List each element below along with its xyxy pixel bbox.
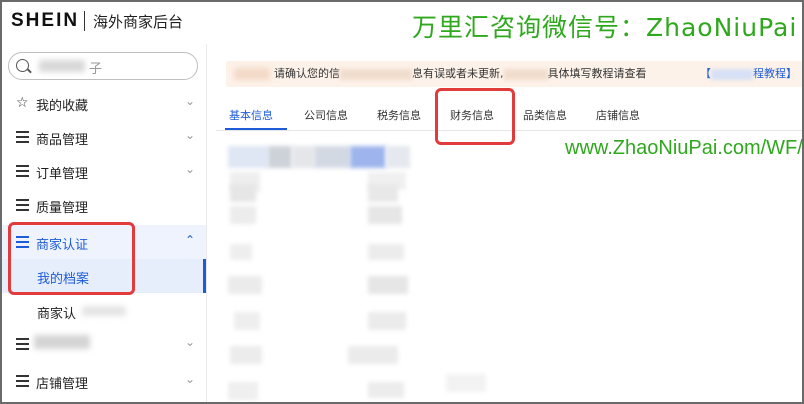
sidebar-item-products[interactable]: 商品管理 ⌄: [0, 120, 206, 154]
sidebar-item-quality[interactable]: 质量管理: [0, 188, 206, 222]
blurred-text: [82, 306, 126, 316]
search-input[interactable]: 子: [8, 52, 198, 80]
sidebar-item-label: 商品管理: [36, 133, 89, 148]
menu-icon: [16, 165, 29, 177]
search-icon: [16, 59, 29, 72]
sidebar-item-label: 质量管理: [36, 201, 89, 216]
chevron-down-icon: ⌄: [185, 94, 196, 108]
blurred-text: [34, 335, 90, 349]
sidebar-item-orders[interactable]: 订单管理 ⌄: [0, 154, 206, 188]
sidebar-subitem-label: 商家认: [37, 307, 77, 322]
top-header: SHEIN 海外商家后台 万里汇咨询微信号：ZhaoNiuPai: [0, 0, 804, 44]
shein-logo[interactable]: SHEIN: [11, 10, 79, 32]
sidebar-item-hidden[interactable]: ⌄: [0, 327, 206, 361]
chevron-down-icon: ⌄: [185, 128, 196, 142]
tab-company-info[interactable]: 公司信息: [304, 107, 348, 123]
tutorial-link[interactable]: 【程教程】: [700, 65, 797, 81]
highlight-box-sidebar: [8, 222, 135, 295]
menu-icon: [16, 338, 29, 350]
menu-icon: [16, 199, 29, 211]
star-icon: ☆: [16, 95, 29, 111]
search-placeholder: 子: [89, 62, 103, 77]
menu-icon: [16, 131, 29, 143]
sidebar-item-label: 订单管理: [36, 167, 89, 182]
logo-divider: [84, 11, 85, 31]
chevron-down-icon: ⌄: [185, 335, 196, 349]
active-tab-indicator: [225, 128, 287, 130]
chevron-down-icon: ⌄: [185, 162, 196, 176]
chevron-up-icon: ⌃: [185, 233, 196, 247]
notice-text: 请确认您的信 息有误或者未更新, 具体填写教程请查看: [274, 67, 647, 80]
sidebar-item-favorites[interactable]: ☆ 我的收藏 ⌄: [0, 86, 206, 120]
portal-title: 海外商家后台: [93, 13, 184, 31]
sidebar-subitem-merchant-cert[interactable]: 商家认: [0, 294, 206, 328]
sidebar-item-label: 我的收藏: [36, 99, 89, 114]
sidebar-item-store[interactable]: 店铺管理 ⌄: [0, 364, 206, 398]
watermark-title: 万里汇咨询微信号：ZhaoNiuPai: [412, 13, 798, 42]
tab-tax-info[interactable]: 税务信息: [377, 107, 421, 123]
sidebar-item-label: 店铺管理: [36, 377, 89, 392]
tab-basic-info[interactable]: 基本信息: [229, 107, 273, 123]
notice-banner: 请确认您的信 息有误或者未更新, 具体填写教程请查看 【程教程】: [226, 61, 804, 87]
tab-store-info[interactable]: 店铺信息: [596, 107, 640, 123]
blurred-text: [39, 60, 85, 72]
highlight-box-finance-tab: [435, 88, 515, 145]
watermark-url: www.ZhaoNiuPai.com/WF/: [565, 137, 803, 159]
blurred-text: [234, 68, 270, 80]
chevron-down-icon: ⌄: [185, 372, 196, 386]
menu-icon: [16, 375, 29, 387]
tab-category-info[interactable]: 品类信息: [523, 107, 567, 123]
